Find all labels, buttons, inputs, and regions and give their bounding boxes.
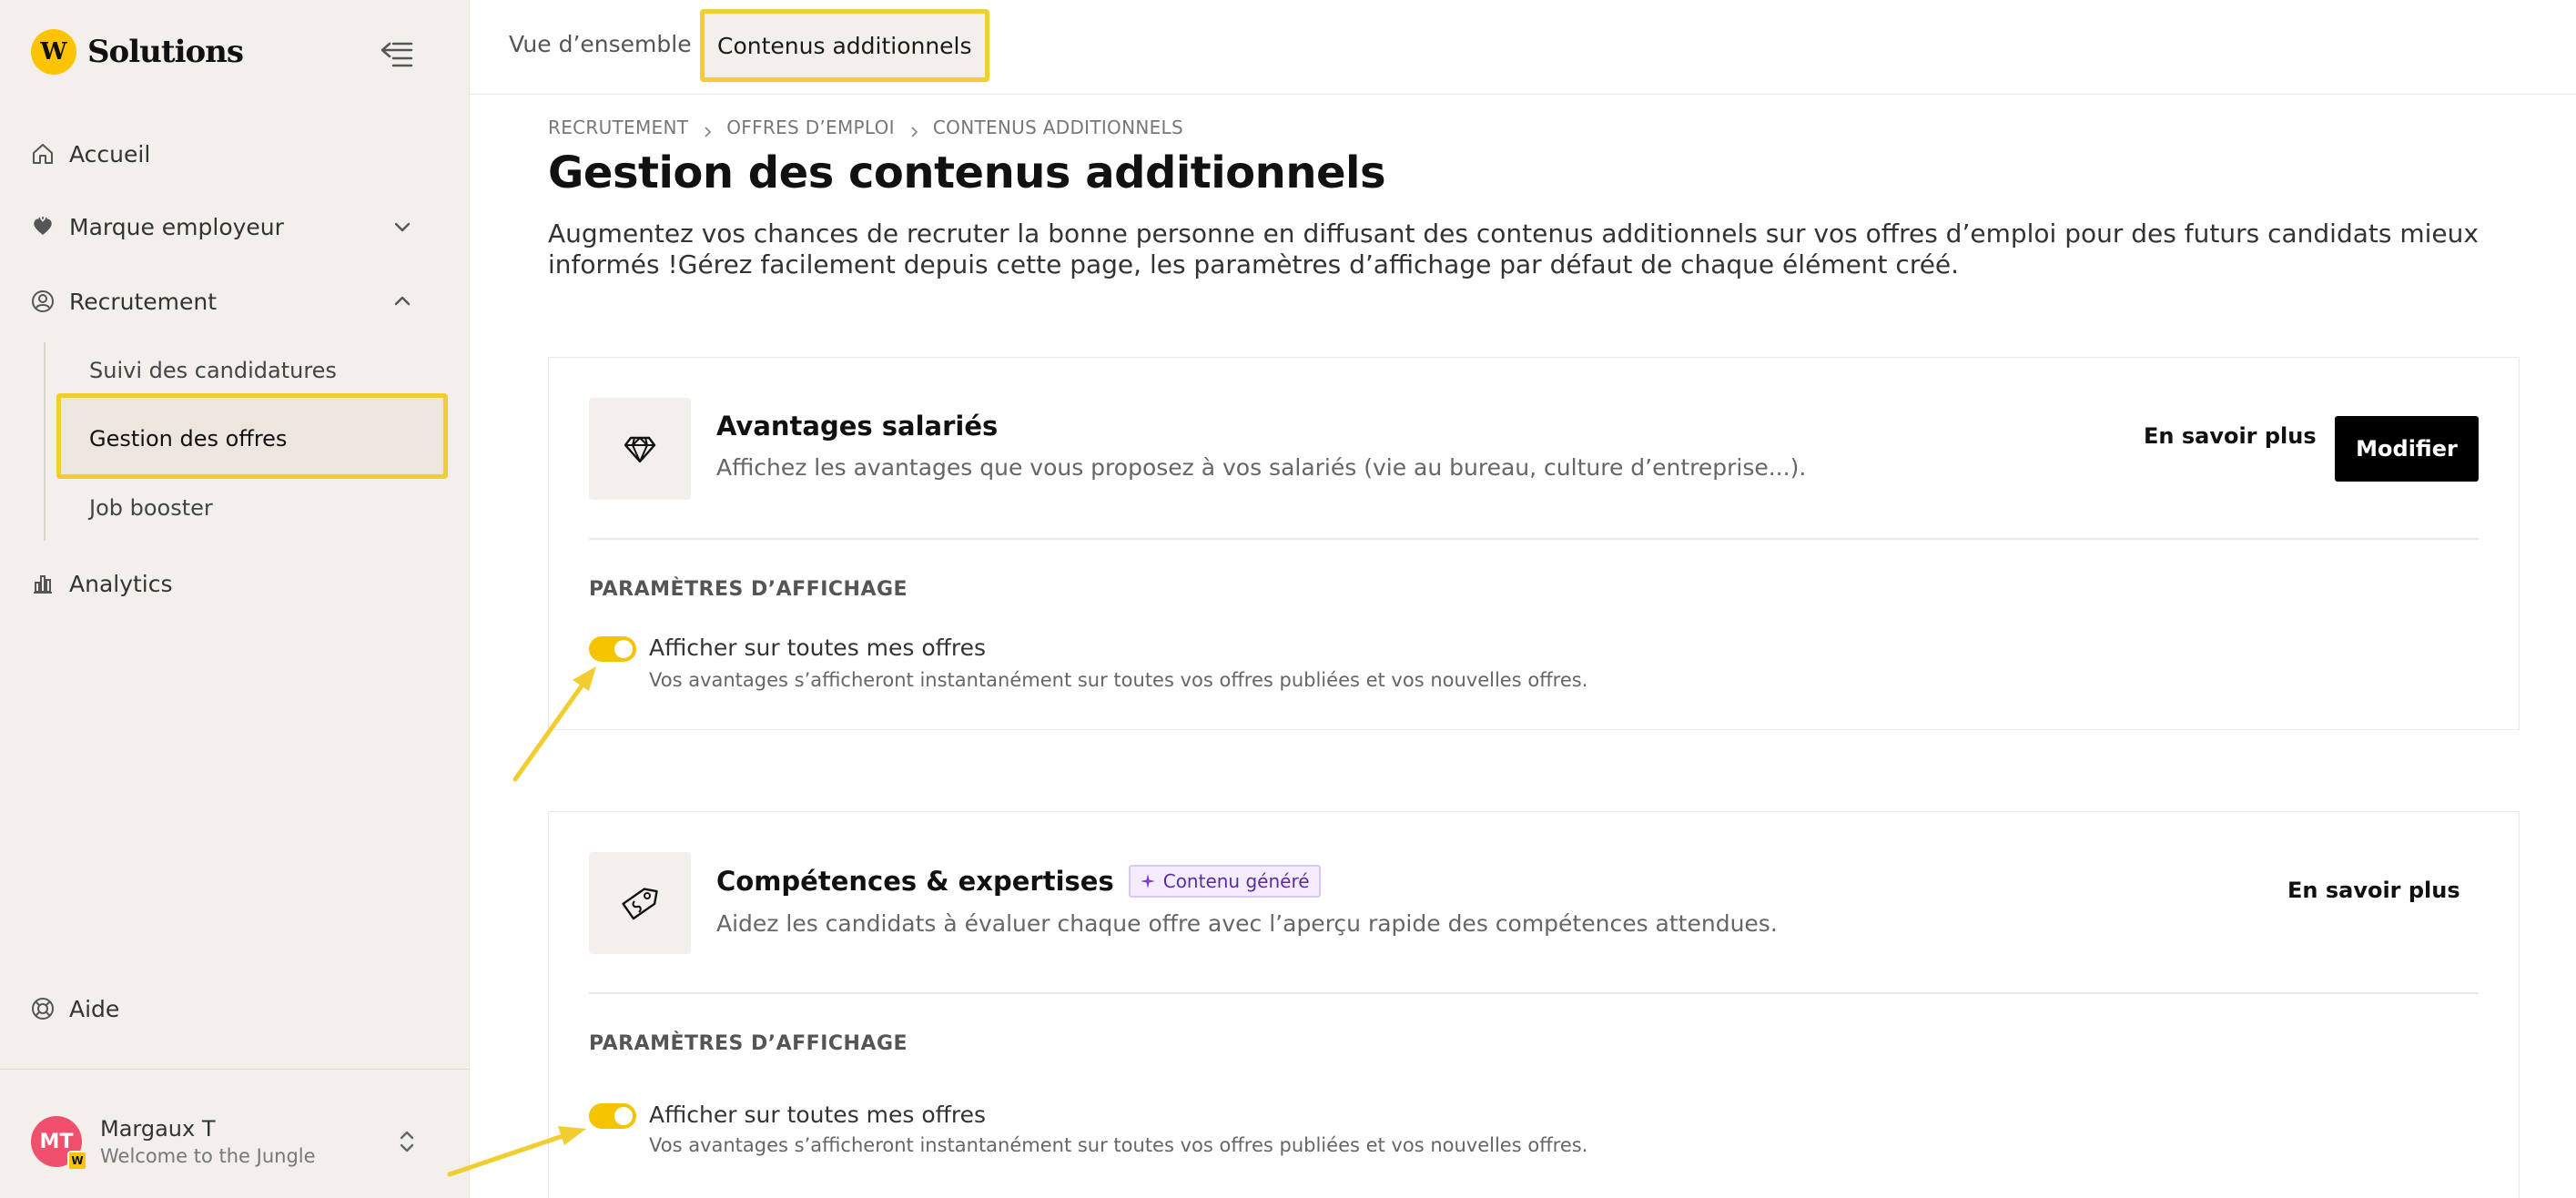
collapse-sidebar-icon[interactable] [377, 36, 419, 73]
avatar-initials: MT [39, 1130, 74, 1153]
toggle-help-text: Vos avantages s’afficheront instantanéme… [649, 1134, 1588, 1156]
user-menu[interactable]: MT W Margaux T Welcome to the Jungle [31, 1116, 316, 1171]
sidebar-subitem-label: Gestion des offres [89, 426, 288, 452]
heart-icon [31, 215, 55, 239]
section-label: PARAMÈTRES D’AFFICHAGE [589, 578, 908, 601]
tab-label: Contenus additionnels [717, 32, 972, 59]
subnav-line [44, 342, 46, 541]
sidebar-subitem-label: Job booster [89, 495, 213, 521]
lifebuoy-icon [31, 997, 55, 1020]
breadcrumb: RECRUTEMENT OFFRES D’EMPLOI CONTENUS ADD… [548, 117, 1183, 138]
sidebar-subitem-gestion-offres[interactable]: Gestion des offres [89, 416, 287, 462]
sidebar-item-label: Marque employeur [69, 213, 284, 240]
display-toggle[interactable] [589, 636, 636, 662]
toggle-label: Afficher sur toutes mes offres [649, 1102, 987, 1128]
brand-logo: W [31, 29, 76, 75]
tab-vue-ensemble[interactable]: Vue d’ensemble [509, 16, 692, 71]
sidebar-item-label: Aide [69, 995, 120, 1022]
sidebar-item-label: Accueil [69, 140, 151, 168]
card-title-text: Avantages salariés [716, 411, 999, 442]
badge-label: Contenu généré [1162, 870, 1310, 892]
sparkle-icon [1140, 874, 1155, 888]
section-label: PARAMÈTRES D’AFFICHAGE [589, 1032, 908, 1055]
card-divider [589, 992, 2479, 994]
sidebar-item-analytics[interactable]: Analytics [31, 561, 173, 606]
modify-button[interactable]: Modifier [2335, 416, 2479, 482]
sidebar-item-label: Recrutement [69, 288, 218, 315]
brand-name: Solutions [87, 34, 244, 70]
user-subtitle: Welcome to the Jungle [100, 1145, 316, 1167]
card-description: Affichez les avantages que vous proposez… [716, 454, 1807, 481]
learn-more-button[interactable]: En savoir plus [2144, 423, 2317, 449]
sidebar-item-label: Analytics [69, 570, 173, 597]
user-circle-icon [31, 289, 55, 313]
card-description: Aidez les candidats à évaluer chaque off… [716, 910, 1778, 937]
brand[interactable]: W Solutions [31, 29, 244, 75]
chevron-up-icon[interactable] [390, 289, 415, 314]
sidebar-subitem-job-booster[interactable]: Job booster [89, 485, 213, 531]
sidebar: W Solutions Accueil Marque employeur Rec… [0, 0, 470, 1198]
sidebar-subitem-suivi-candidatures[interactable]: Suivi des candidatures [89, 348, 337, 393]
generated-content-badge: Contenu généré [1128, 865, 1321, 898]
sidebar-item-accueil[interactable]: Accueil [31, 131, 150, 177]
chevron-down-icon[interactable] [390, 214, 415, 239]
toggle-label: Afficher sur toutes mes offres [649, 635, 987, 661]
tab-label: Vue d’ensemble [509, 30, 692, 57]
tab-contenus-additionnels[interactable]: Contenus additionnels [700, 9, 989, 82]
toggle-help-text: Vos avantages s’afficheront instantanéme… [649, 669, 1588, 691]
sidebar-item-aide[interactable]: Aide [31, 986, 119, 1031]
price-tag-icon [589, 852, 691, 954]
bar-chart-icon [31, 572, 55, 595]
sidebar-item-marque-employeur[interactable]: Marque employeur [31, 204, 284, 249]
chevron-right-icon [701, 121, 714, 137]
chevron-right-icon [908, 121, 920, 137]
card-avantages-salaries: Avantages salariés Affichez les avantage… [548, 357, 2520, 730]
card-title: Compétences & expertises Contenu généré [716, 865, 1321, 898]
sidebar-divider [0, 1069, 470, 1070]
brand-badge-icon: W [67, 1151, 87, 1171]
breadcrumb-item[interactable]: OFFRES D’EMPLOI [726, 117, 895, 138]
diamond-icon [589, 398, 691, 500]
learn-more-button[interactable]: En savoir plus [2287, 878, 2460, 903]
page-description: Augmentez vos chances de recruter la bon… [548, 218, 2479, 279]
display-toggle[interactable] [589, 1103, 636, 1129]
card-divider [589, 538, 2479, 540]
user-name: Margaux T [100, 1116, 216, 1142]
home-icon [31, 142, 55, 166]
card-title: Avantages salariés [716, 411, 998, 442]
sidebar-subitem-label: Suivi des candidatures [89, 358, 337, 383]
sidebar-item-recrutement[interactable]: Recrutement [31, 279, 217, 324]
page-title: Gestion des contenus additionnels [548, 147, 1386, 198]
chevron-up-down-icon[interactable] [393, 1125, 421, 1158]
top-tabs: Vue d’ensemble Contenus additionnels [470, 0, 2576, 95]
breadcrumb-item-current: CONTENUS ADDITIONNELS [932, 117, 1183, 138]
card-title-text: Compétences & expertises [716, 866, 1114, 897]
card-competences-expertises: Compétences & expertises Contenu généré … [548, 811, 2520, 1198]
avatar: MT W [31, 1116, 87, 1171]
breadcrumb-item[interactable]: RECRUTEMENT [548, 117, 688, 138]
